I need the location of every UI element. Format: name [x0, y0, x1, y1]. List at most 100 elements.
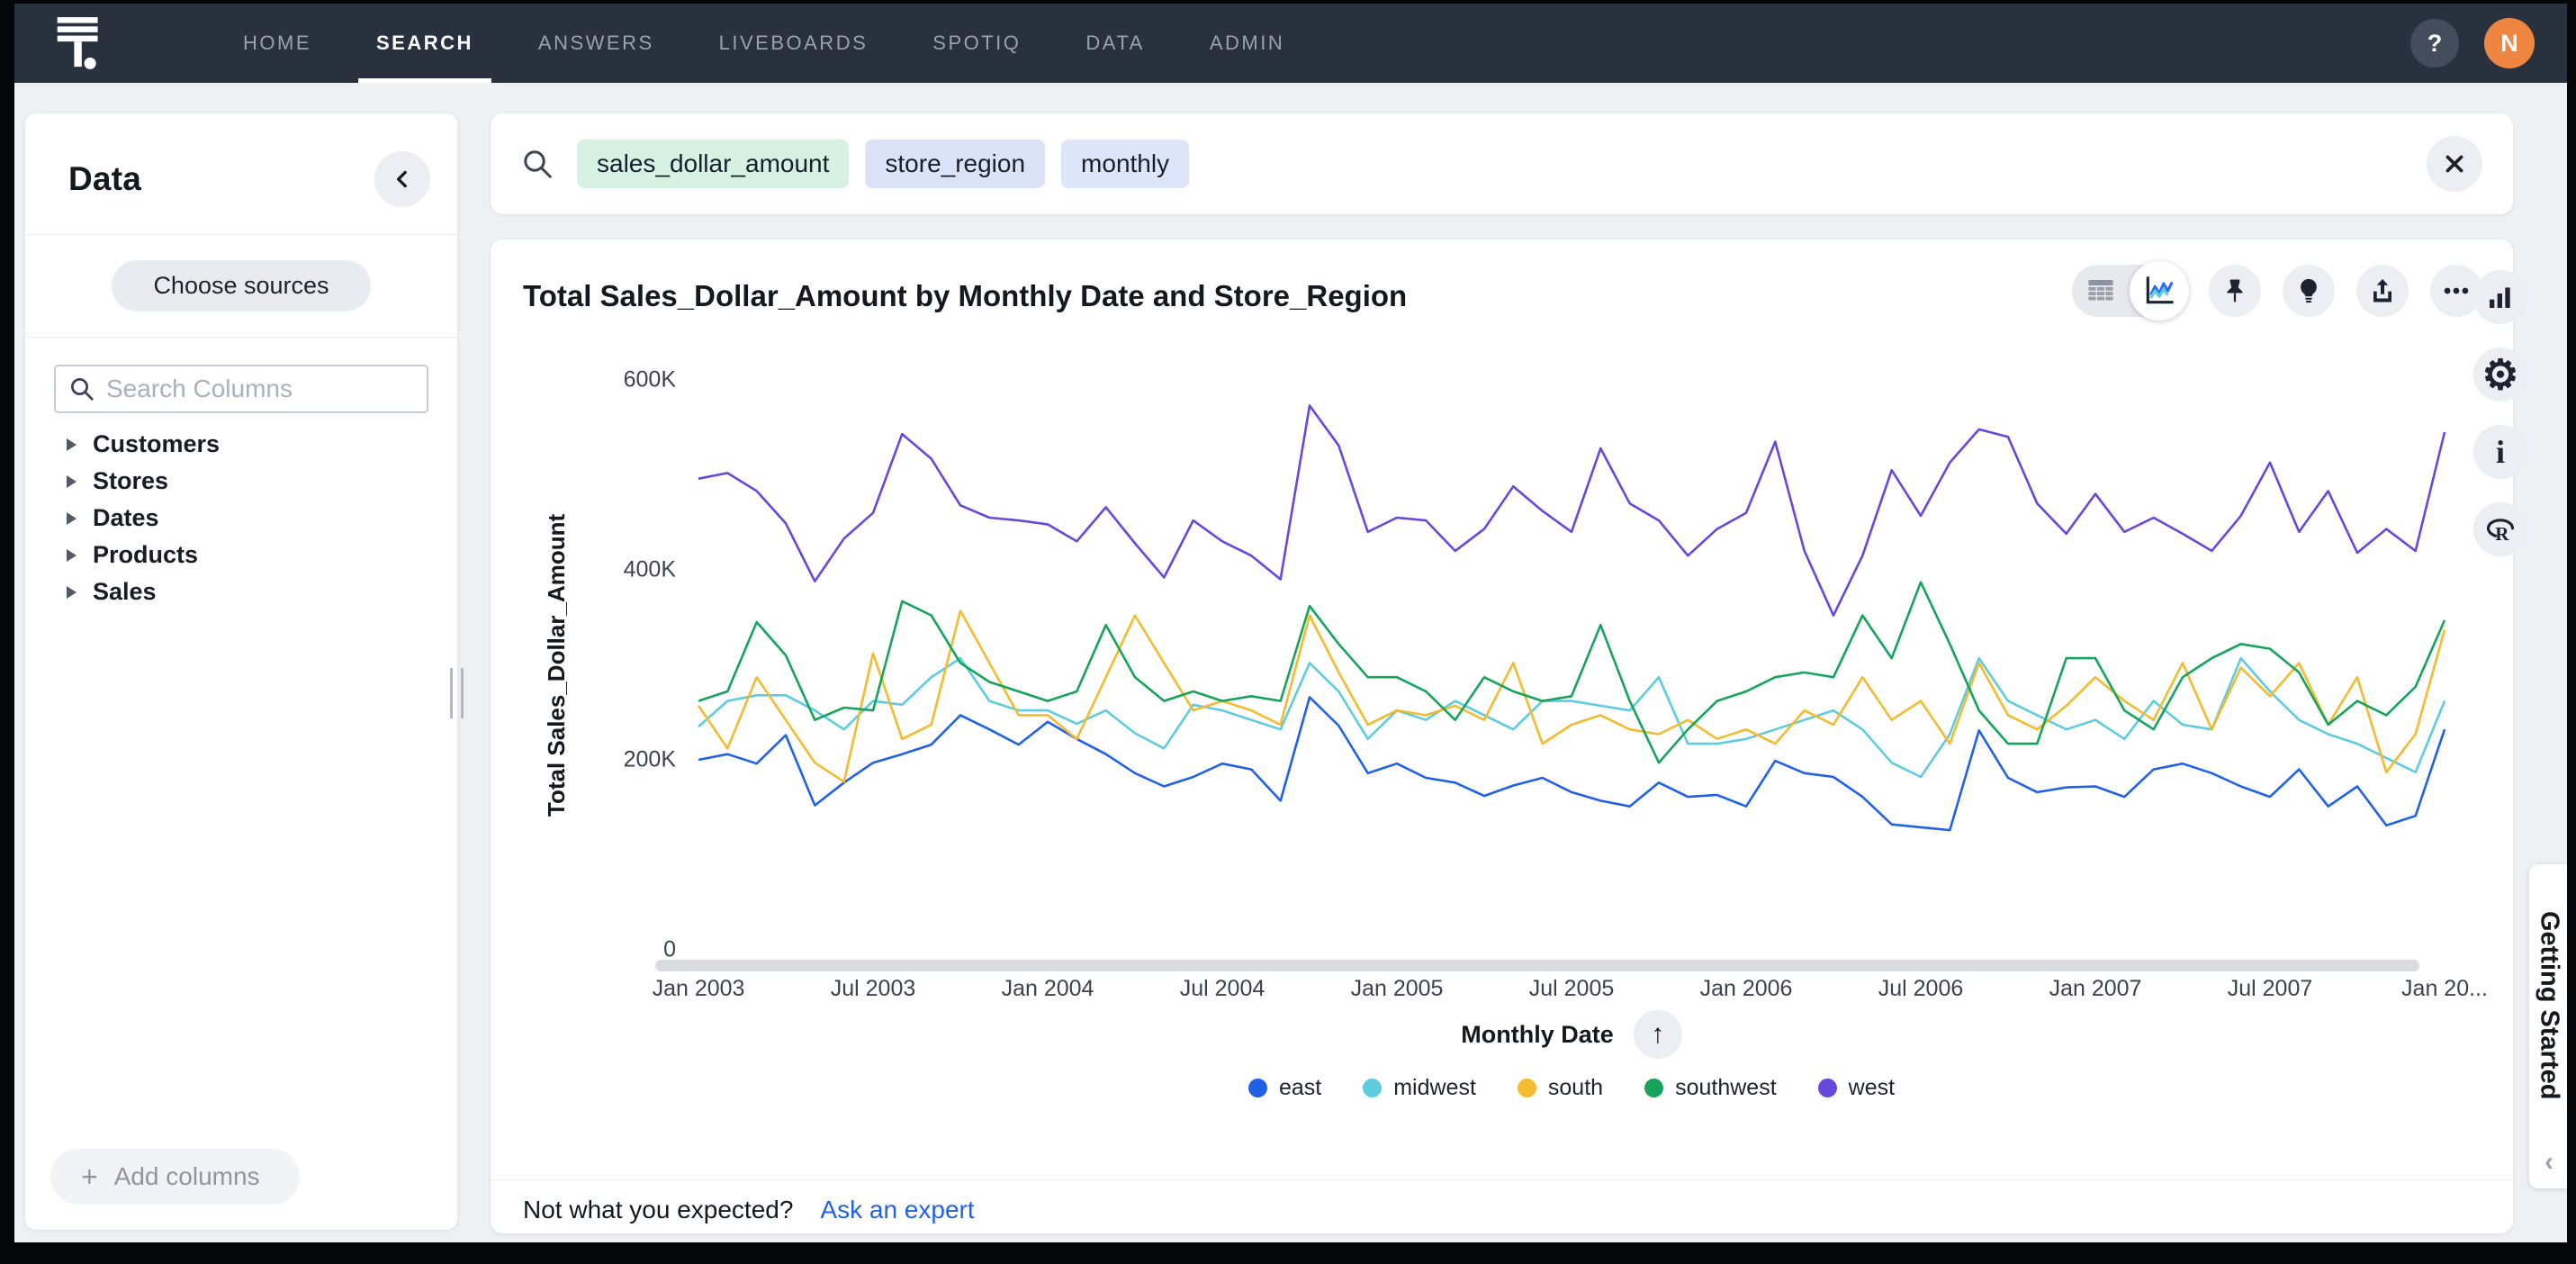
- search-token-sales_dollar_amount[interactable]: sales_dollar_amount: [577, 140, 849, 188]
- nav-item-search[interactable]: SEARCH: [344, 4, 506, 83]
- nav-right: ? N: [2410, 18, 2535, 68]
- sort-ascending-button[interactable]: ↑: [1634, 1010, 1682, 1059]
- legend-item-midwest[interactable]: midwest: [1363, 1075, 1476, 1101]
- bar-chart-icon: [2486, 283, 2515, 311]
- y-axis-title: Total Sales_Dollar_Amount: [543, 380, 571, 950]
- nav-item-data[interactable]: DATA: [1053, 4, 1176, 83]
- top-nav: HOMESEARCHANSWERSLIVEBOARDSSPOTIQDATAADM…: [14, 4, 2567, 83]
- search-token-monthly[interactable]: monthly: [1061, 140, 1189, 188]
- x-tick-label: Jan 2003: [653, 976, 745, 1002]
- settings-button[interactable]: ⚙: [2473, 348, 2527, 402]
- column-search-box: [54, 365, 428, 413]
- table-icon: [2085, 275, 2117, 307]
- tree-item-label: Stores: [93, 467, 168, 495]
- x-axis-title: Monthly Date: [1461, 1021, 1614, 1049]
- line-chart-plot[interactable]: [698, 380, 2445, 950]
- legend-item-east[interactable]: east: [1248, 1075, 1321, 1101]
- getting-started-tab[interactable]: Getting Started ‹: [2529, 864, 2567, 1188]
- getting-started-label: Getting Started: [2529, 886, 2567, 1125]
- caret-right-icon[interactable]: [67, 438, 77, 451]
- search-columns-input[interactable]: [106, 375, 414, 403]
- view-toggle: [2072, 265, 2187, 317]
- ask-an-expert-link[interactable]: Ask an expert: [820, 1196, 974, 1224]
- legend-label: east: [1279, 1075, 1321, 1101]
- tree-item-stores[interactable]: Stores: [25, 463, 457, 500]
- legend-item-southwest[interactable]: southwest: [1644, 1075, 1777, 1101]
- chart-legend: east midwest south southwest west: [698, 1075, 2445, 1101]
- y-tick-label: 200K: [577, 747, 676, 773]
- x-tick-label: Jan 2006: [1700, 976, 1793, 1002]
- answer-toolbar: [2072, 265, 2482, 317]
- tree-item-label: Dates: [93, 504, 159, 532]
- r-logo-icon: R: [2484, 513, 2517, 546]
- pin-button[interactable]: [2209, 265, 2261, 317]
- chart-config-button[interactable]: [2473, 270, 2527, 324]
- caret-right-icon[interactable]: [67, 475, 77, 488]
- help-button[interactable]: ?: [2410, 19, 2459, 68]
- nav-item-answers[interactable]: ANSWERS: [506, 4, 687, 83]
- legend-label: west: [1849, 1075, 1895, 1101]
- chart-horizontal-scrollbar[interactable]: [655, 960, 2419, 971]
- add-columns-button[interactable]: + Add columns: [50, 1149, 300, 1205]
- sidebar-resize-handle[interactable]: [450, 668, 464, 718]
- series-line-southwest[interactable]: [698, 582, 2445, 763]
- legend-item-west[interactable]: west: [1818, 1075, 1895, 1101]
- legend-label: midwest: [1393, 1075, 1476, 1101]
- tree-item-products[interactable]: Products: [25, 537, 457, 573]
- nav-item-admin[interactable]: ADMIN: [1177, 4, 1317, 83]
- x-tick-label: Jul 2006: [1878, 976, 1964, 1002]
- series-line-east[interactable]: [698, 697, 2445, 830]
- x-tick-label: Jan 20...: [2401, 976, 2488, 1002]
- search-bar: sales_dollar_amount store_region monthly: [491, 113, 2513, 214]
- tree-item-label: Sales: [93, 578, 157, 606]
- tree-item-sales[interactable]: Sales: [25, 573, 457, 610]
- r-analysis-button[interactable]: R: [2473, 502, 2527, 556]
- series-line-west[interactable]: [698, 406, 2445, 616]
- right-icon-rail: ⚙ i R: [2473, 270, 2527, 556]
- y-tick-label: 400K: [577, 557, 676, 583]
- answer-footer: Not what you expected? Ask an expert: [523, 1196, 975, 1224]
- tree-item-label: Customers: [93, 430, 220, 458]
- nav-item-liveboards[interactable]: LIVEBOARDS: [687, 4, 901, 83]
- legend-label: southwest: [1675, 1075, 1777, 1101]
- ellipsis-icon: [2441, 275, 2472, 306]
- x-axis-label-row: Monthly Date ↑: [698, 1010, 2445, 1059]
- caret-right-icon[interactable]: [67, 512, 77, 525]
- info-icon: i: [2496, 433, 2505, 471]
- search-token-store_region[interactable]: store_region: [865, 140, 1045, 188]
- chevron-left-icon: ‹: [2529, 1147, 2567, 1178]
- nav-item-home[interactable]: HOME: [211, 4, 344, 83]
- data-sidebar: Data Choose sources Customers Stores Dates…: [25, 113, 457, 1230]
- sidebar-title: Data: [68, 160, 425, 198]
- caret-right-icon[interactable]: [67, 549, 77, 562]
- clear-search-button[interactable]: [2427, 136, 2482, 192]
- share-button[interactable]: [2356, 265, 2409, 317]
- user-avatar[interactable]: N: [2484, 18, 2535, 68]
- window-frame: HOMESEARCHANSWERSLIVEBOARDSSPOTIQDATAADM…: [0, 0, 2576, 1264]
- caret-right-icon[interactable]: [67, 586, 77, 599]
- legend-dot-icon: [1818, 1079, 1837, 1097]
- chart-view-button[interactable]: [2130, 261, 2189, 321]
- tree-item-dates[interactable]: Dates: [25, 500, 457, 537]
- thoughtspot-logo-icon[interactable]: [54, 15, 104, 71]
- x-tick-label: Jan 2007: [2049, 976, 2142, 1002]
- table-view-button[interactable]: [2072, 265, 2130, 317]
- answer-title: Total Sales_Dollar_Amount by Monthly Dat…: [523, 279, 1407, 313]
- tree-item-label: Products: [93, 541, 198, 569]
- lightbulb-icon: [2295, 277, 2322, 304]
- choose-sources-button[interactable]: Choose sources: [112, 260, 370, 311]
- pin-icon: [2221, 277, 2248, 304]
- info-button[interactable]: i: [2473, 425, 2527, 479]
- legend-label: south: [1548, 1075, 1603, 1101]
- nav-item-spotiq[interactable]: SPOTIQ: [900, 4, 1053, 83]
- x-tick-label: Jul 2003: [831, 976, 916, 1002]
- spotiq-bulb-button[interactable]: [2283, 265, 2335, 317]
- share-upload-icon: [2369, 277, 2396, 304]
- sidebar-collapse-button[interactable]: [374, 151, 430, 207]
- legend-item-south[interactable]: south: [1518, 1075, 1603, 1101]
- choose-sources-wrap: Choose sources: [25, 235, 457, 337]
- search-icon: [68, 375, 95, 402]
- legend-dot-icon: [1248, 1079, 1267, 1097]
- tree-item-customers[interactable]: Customers: [25, 426, 457, 463]
- line-chart-icon: [2142, 274, 2176, 308]
